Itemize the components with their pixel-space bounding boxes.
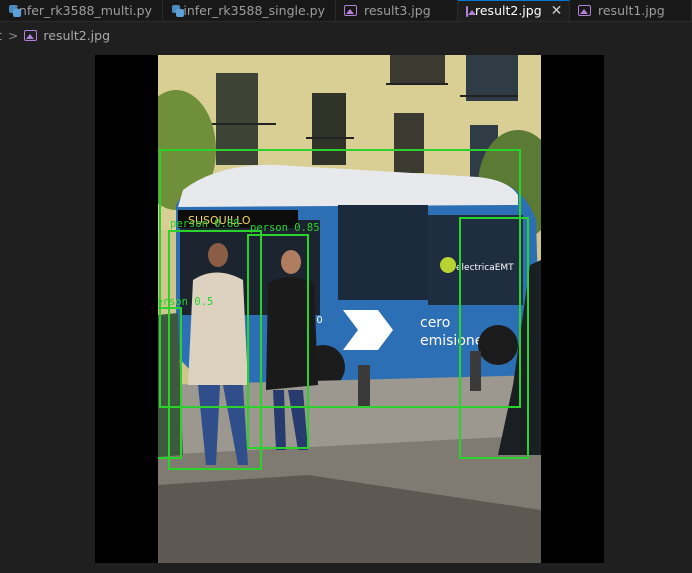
tab-result2[interactable]: result2.jpg ✕ — [458, 0, 570, 21]
breadcrumb-parent[interactable]: t — [0, 28, 2, 43]
detection-label: person 0.88 — [170, 218, 240, 230]
tab-result3[interactable]: result3.jpg — [336, 0, 458, 21]
breadcrumb-file[interactable]: result2.jpg — [43, 28, 110, 43]
image-viewer[interactable]: SUSQUILLO electricaEMT cero emisiones 10 — [95, 55, 604, 563]
bus-logo-text: electricaEMT — [456, 263, 514, 273]
image-file-icon — [578, 5, 591, 16]
detection-result-image: SUSQUILLO electricaEMT cero emisiones 10 — [158, 55, 541, 563]
tab-label: result1.jpg — [598, 2, 665, 18]
python-file-icon — [171, 4, 185, 18]
image-file-icon — [344, 5, 357, 16]
close-tab-icon[interactable]: ✕ — [551, 4, 563, 18]
tab-result1[interactable]: result1.jpg — [570, 0, 692, 21]
image-file-icon — [24, 29, 38, 41]
tab-label: infer_rk3588_multi.py — [15, 2, 152, 18]
tab-label: result3.jpg — [364, 2, 431, 18]
detection-label: person 0.5 — [158, 296, 213, 308]
tab-infer-rk3588-multi[interactable]: infer_rk3588_multi.py — [0, 0, 163, 21]
image-file-icon — [466, 5, 476, 17]
breadcrumb: t > result2.jpg — [0, 22, 692, 48]
tab-label: infer_rk3588_single.py — [183, 2, 325, 18]
detection-label: person 0.85 — [250, 222, 320, 234]
breadcrumb-separator-icon: > — [7, 27, 19, 43]
tab-infer-rk3588-single[interactable]: infer_rk3588_single.py — [163, 0, 336, 21]
editor-tab-bar: infer_rk3588_multi.py infer_rk3588_singl… — [0, 0, 692, 22]
tab-label: result2.jpg — [475, 3, 542, 18]
bus-slogan-line-1: cero — [420, 315, 450, 331]
